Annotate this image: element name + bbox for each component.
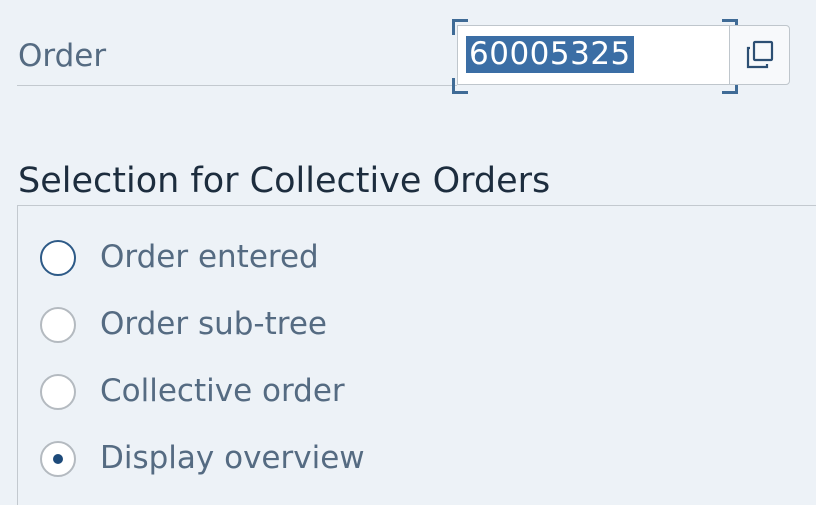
radio-label: Collective order (100, 373, 345, 409)
radio-label: Order entered (100, 239, 319, 275)
radio-button[interactable] (40, 307, 76, 343)
radio-button[interactable] (40, 374, 76, 410)
focus-corner-bottom-left (452, 78, 468, 94)
order-input-value[interactable]: 60005325 (466, 36, 634, 73)
radio-button[interactable] (40, 441, 76, 477)
copy-icon (746, 40, 774, 69)
order-field-label: Order (18, 38, 107, 74)
section-title: Selection for Collective Orders (18, 161, 551, 201)
radio-label: Display overview (100, 440, 365, 476)
radio-selected-dot (53, 454, 63, 464)
value-help-button[interactable] (729, 25, 790, 85)
focus-corner-top-left (452, 19, 468, 35)
order-input[interactable]: 60005325 (457, 25, 729, 85)
order-field-underline (17, 85, 457, 86)
radio-label: Order sub-tree (100, 306, 327, 342)
radio-button[interactable] (40, 240, 76, 276)
